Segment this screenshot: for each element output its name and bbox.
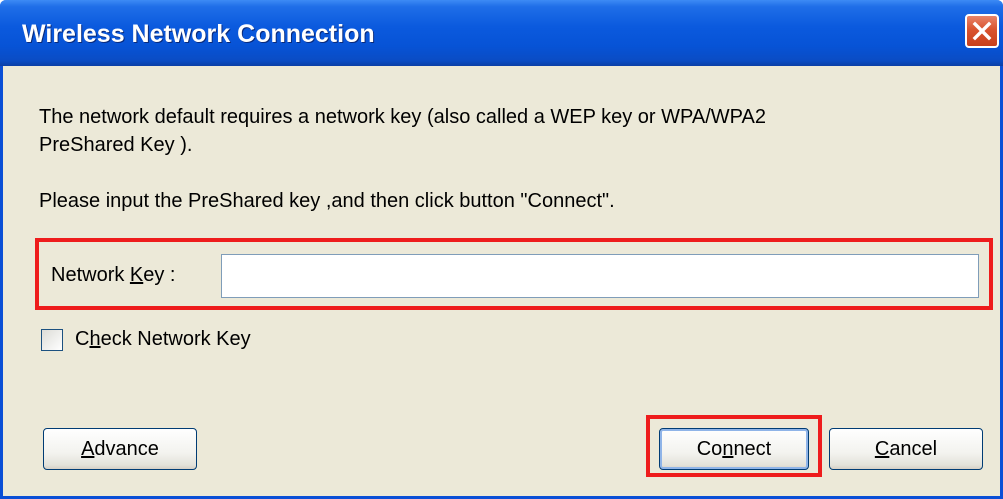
advance-label: dvance: [94, 437, 159, 460]
connect-button[interactable]: Co n nect: [659, 428, 809, 470]
network-key-input[interactable]: [221, 254, 979, 298]
advance-button[interactable]: Advance: [43, 428, 197, 470]
dialog-content: The network default requires a network k…: [3, 66, 1000, 496]
check-network-key-checkbox[interactable]: [41, 329, 63, 351]
advance-mnemonic: A: [81, 437, 95, 460]
cancel-button[interactable]: Cancel: [829, 428, 983, 470]
window-title: Wireless Network Connection: [22, 20, 375, 48]
connect-mnemonic: n: [722, 437, 734, 460]
network-key-highlight: Network Key :: [35, 238, 993, 310]
message-line-2: PreShared Key ).: [39, 134, 193, 156]
cancel-mnemonic: C: [874, 437, 890, 460]
title-bar[interactable]: Wireless Network Connection: [0, 0, 1003, 66]
instruction-line: Please input the PreShared key ,and then…: [39, 190, 615, 212]
close-icon: [972, 21, 992, 41]
close-button[interactable]: [965, 14, 999, 48]
dialog-window: Wireless Network Connection The network …: [0, 0, 1003, 499]
network-key-label: Network Key :: [51, 264, 176, 286]
message-line-1: The network default requires a network k…: [39, 106, 766, 128]
cancel-label: ancel: [889, 437, 938, 460]
connect-highlight: Co n nect: [646, 415, 822, 477]
check-network-key-label[interactable]: Check Network Key: [75, 328, 251, 351]
